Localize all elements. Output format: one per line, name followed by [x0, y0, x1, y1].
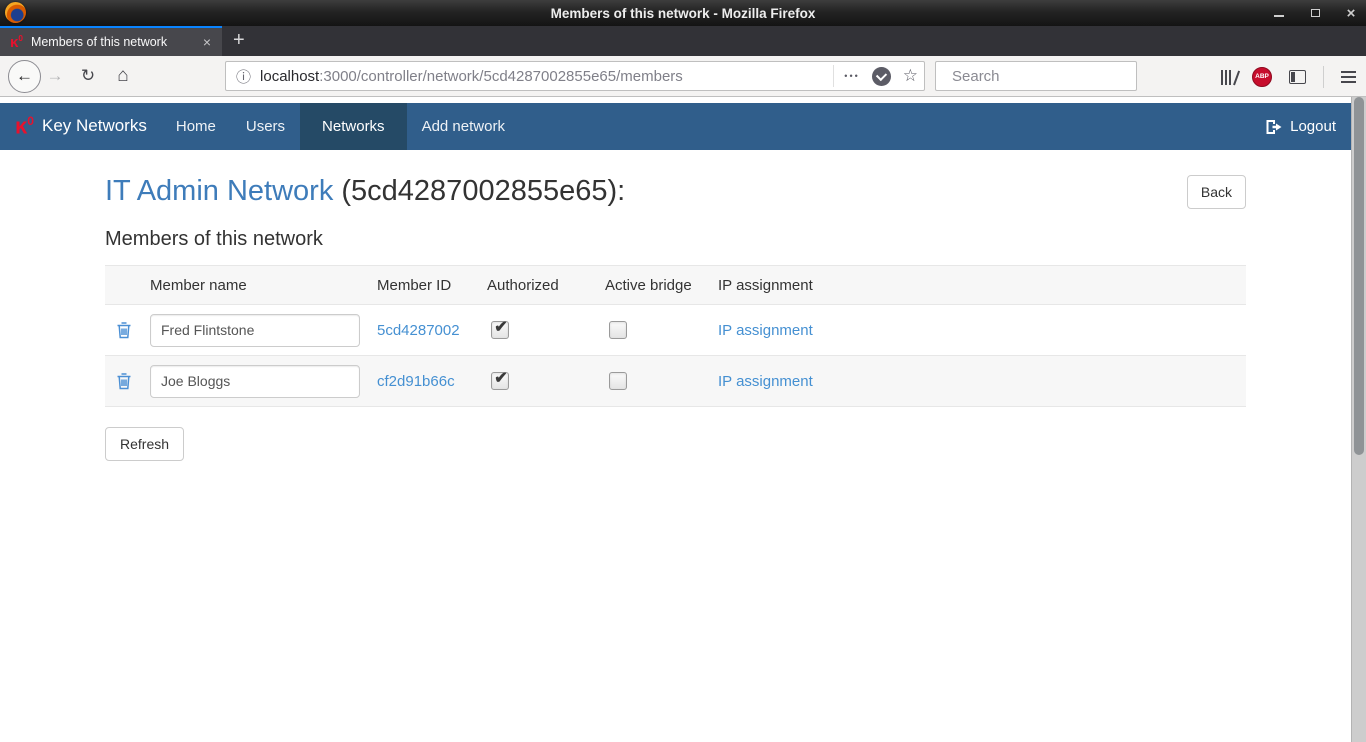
pocket-icon[interactable] — [872, 67, 891, 86]
delete-member-button[interactable] — [116, 372, 132, 390]
firefox-window: Members of this network - Mozilla Firefo… — [0, 0, 1366, 742]
delete-member-button[interactable] — [116, 321, 132, 339]
header-active-bridge: Active bridge — [605, 277, 718, 294]
header-ip-assignment: IP assignment — [718, 277, 1246, 294]
firefox-logo-icon — [5, 2, 26, 23]
table-header-row: Member name Member ID Authorized Active … — [105, 265, 1246, 305]
logout-button[interactable]: Logout — [1265, 103, 1336, 150]
page-title: IT Admin Network (5cd4287002855e65): — [105, 174, 625, 208]
menu-hamburger-icon[interactable] — [1341, 71, 1356, 83]
close-window-button[interactable]: × — [1344, 6, 1358, 20]
trash-icon — [116, 372, 132, 390]
network-name-link[interactable]: IT Admin Network — [105, 175, 333, 207]
new-tab-button[interactable]: + — [222, 26, 256, 56]
nav-item-users[interactable]: Users — [231, 103, 300, 150]
page-actions: ••• ☆ — [833, 65, 918, 87]
brand[interactable]: ĸ0 Key Networks — [0, 115, 147, 137]
toolbar-right-icons: ABP — [1221, 56, 1356, 97]
tab-title: Members of this network — [31, 35, 200, 49]
url-text[interactable]: localhost:3000/controller/network/5cd428… — [260, 68, 833, 85]
search-input[interactable] — [952, 68, 1151, 85]
url-path: :3000/controller/network/5cd4287002855e6… — [319, 68, 683, 85]
site-info-icon[interactable]: ⓘ — [236, 66, 251, 87]
tab-bar: ĸ0 Members of this network × + — [0, 26, 1366, 56]
page-viewport: ĸ0 Key Networks Home Users Networks Add … — [0, 97, 1351, 742]
bookmark-star-icon[interactable]: ☆ — [903, 66, 918, 86]
window-titlebar: Members of this network - Mozilla Firefo… — [0, 0, 1366, 26]
reload-button[interactable]: ↻ — [73, 66, 103, 86]
nav-item-home[interactable]: Home — [161, 103, 231, 150]
back-button[interactable]: ← — [8, 60, 41, 93]
header-member-name: Member name — [150, 277, 377, 294]
sidebar-toggle-icon[interactable] — [1289, 70, 1306, 84]
member-id-link[interactable]: 5cd4287002 — [377, 322, 460, 339]
member-name-input[interactable] — [150, 314, 360, 347]
active-bridge-checkbox[interactable] — [609, 372, 627, 390]
site-favicon-key-icon: ĸ0 — [10, 35, 23, 50]
table-row: cf2d91b66c ✔ IP assignment — [105, 356, 1246, 407]
key-networks-logo-icon: ĸ0 — [15, 115, 34, 137]
navigation-toolbar: ← → ↻ ⌂ ⓘ localhost:3000/controller/netw… — [0, 56, 1366, 97]
url-bar[interactable]: ⓘ localhost:3000/controller/network/5cd4… — [225, 61, 925, 91]
trash-icon — [116, 321, 132, 339]
url-host: localhost — [260, 68, 319, 85]
minimize-button[interactable] — [1272, 6, 1286, 20]
app-navbar: ĸ0 Key Networks Home Users Networks Add … — [0, 103, 1351, 150]
toolbar-separator — [1323, 66, 1324, 88]
logout-icon — [1265, 119, 1283, 135]
library-icon[interactable] — [1221, 69, 1235, 85]
heading-row: IT Admin Network (5cd4287002855e65): Bac… — [105, 174, 1246, 209]
section-title: Members of this network — [105, 228, 1246, 251]
nav-item-networks[interactable]: Networks — [300, 103, 407, 150]
logout-label: Logout — [1290, 118, 1336, 135]
scrollbar-thumb[interactable] — [1354, 97, 1364, 455]
back-page-button[interactable]: Back — [1187, 175, 1246, 209]
adblock-plus-icon[interactable]: ABP — [1252, 67, 1272, 87]
members-table: Member name Member ID Authorized Active … — [105, 265, 1246, 407]
home-button[interactable]: ⌂ — [107, 65, 139, 87]
header-authorized: Authorized — [487, 277, 605, 294]
tab-close-icon[interactable]: × — [200, 34, 214, 50]
page-scrollbar[interactable] — [1351, 97, 1366, 742]
ip-assignment-link[interactable]: IP assignment — [718, 322, 813, 339]
restore-button[interactable] — [1308, 6, 1322, 20]
page-actions-menu-icon[interactable]: ••• — [844, 71, 859, 81]
browser-tab[interactable]: ĸ0 Members of this network × — [0, 26, 222, 56]
window-title: Members of this network - Mozilla Firefo… — [0, 6, 1366, 21]
member-name-input[interactable] — [150, 365, 360, 398]
authorized-checkbox[interactable]: ✔ — [491, 372, 509, 390]
table-row: 5cd4287002 ✔ IP assignment — [105, 305, 1246, 356]
nav-items: Home Users Networks Add network — [161, 103, 520, 150]
active-bridge-checkbox[interactable] — [609, 321, 627, 339]
header-member-id: Member ID — [377, 277, 487, 294]
refresh-button[interactable]: Refresh — [105, 427, 184, 461]
authorized-checkbox[interactable]: ✔ — [491, 321, 509, 339]
forward-button[interactable]: → — [41, 66, 69, 86]
ip-assignment-link[interactable]: IP assignment — [718, 373, 813, 390]
network-id: (5cd4287002855e65): — [333, 175, 625, 207]
brand-name: Key Networks — [42, 116, 147, 136]
nav-item-add-network[interactable]: Add network — [407, 103, 520, 150]
content-area: IT Admin Network (5cd4287002855e65): Bac… — [0, 150, 1351, 461]
member-id-link[interactable]: cf2d91b66c — [377, 373, 455, 390]
window-controls: × — [1272, 0, 1358, 26]
search-bar[interactable] — [935, 61, 1137, 91]
